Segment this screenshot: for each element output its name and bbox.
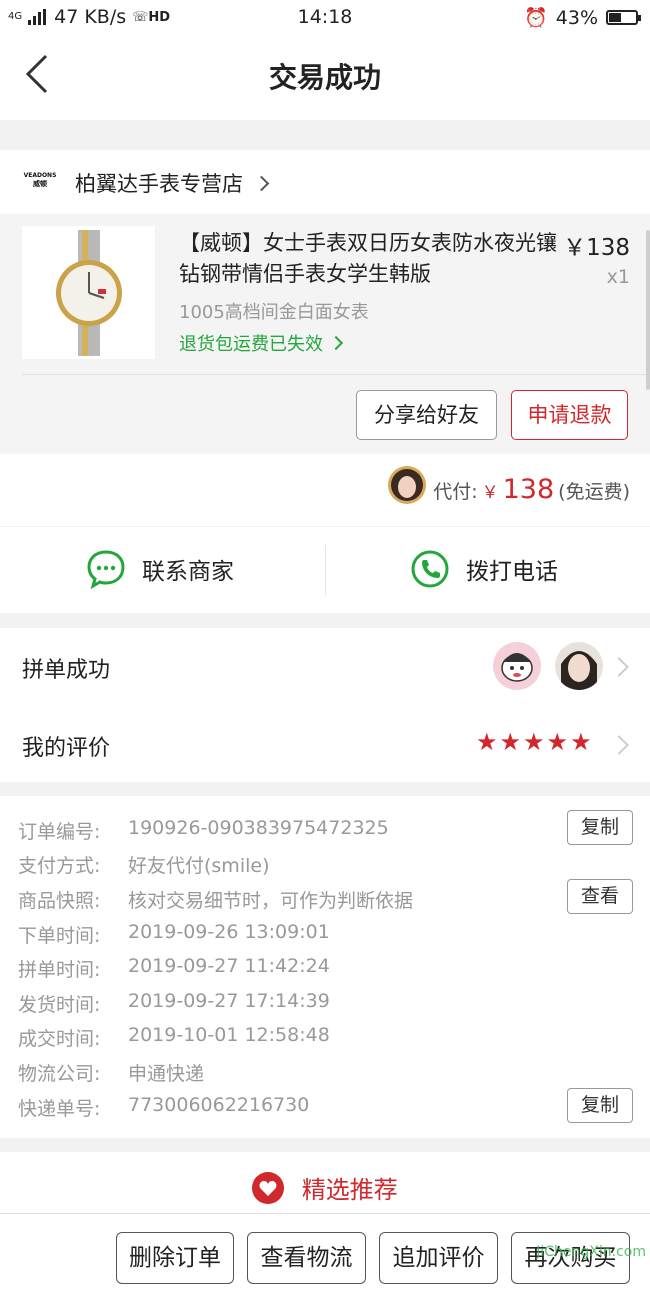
- payment-amount: 138: [502, 474, 555, 505]
- add-review-button[interactable]: 追加评价: [379, 1232, 498, 1284]
- alarm-icon: ⏰: [524, 7, 548, 29]
- detail-label: 发货时间:: [18, 994, 101, 1016]
- contact-merchant-button[interactable]: 联系商家: [86, 549, 234, 589]
- shop-logo: VEADONS 威顿: [23, 172, 57, 188]
- chevron-right-icon: [609, 657, 629, 677]
- detail-label: 物流公司:: [18, 1063, 101, 1085]
- product-spec: 1005高档间金白面女表: [179, 302, 369, 323]
- member-avatar[interactable]: [555, 642, 603, 690]
- status-right: ⏰ 43%: [524, 6, 641, 29]
- delete-order-button[interactable]: 删除订单: [116, 1232, 234, 1284]
- contact-merchant-label: 联系商家: [142, 559, 234, 585]
- shop-name[interactable]: 柏翼达手表专营店: [75, 168, 269, 198]
- detail-label: 快递单号:: [18, 1098, 101, 1120]
- detail-label: 拼单时间:: [18, 959, 101, 981]
- product-card[interactable]: 【威顿】女士手表双日历女表防水夜光镶钻钢带情侣手表女学生韩版 ￥138 x1 1…: [0, 214, 650, 454]
- payment-label: 代付:: [433, 481, 478, 503]
- product-image[interactable]: [22, 226, 155, 359]
- copy-order-number-button[interactable]: 复制: [567, 810, 633, 845]
- ship-time: 2019-09-27 17:14:39: [128, 990, 330, 1012]
- payment-row: 代付: ￥ 138 (免运费): [0, 454, 650, 526]
- payment-summary: 代付: ￥ 138 (免运费): [433, 474, 630, 505]
- call-label: 拨打电话: [466, 559, 558, 585]
- group-success-row[interactable]: 拼单成功: [0, 628, 650, 706]
- call-button[interactable]: 拨打电话: [410, 549, 558, 589]
- my-review-label: 我的评价: [22, 736, 111, 761]
- divider: [22, 374, 650, 375]
- product-name[interactable]: 【威顿】女士手表双日历女表防水夜光镶钻钢带情侣手表女学生韩版: [179, 228, 559, 290]
- share-button[interactable]: 分享给好友: [356, 390, 497, 440]
- order-details: 订单编号: 190926-090383975472325 复制 支付方式: 好友…: [0, 796, 650, 1138]
- chat-bubble-icon: [87, 550, 125, 589]
- order-time: 2019-09-26 13:09:01: [128, 921, 330, 943]
- detail-label: 支付方式:: [18, 855, 101, 877]
- detail-label: 成交时间:: [18, 1028, 101, 1050]
- member-avatar[interactable]: [493, 642, 541, 690]
- group-success-label: 拼单成功: [22, 658, 111, 683]
- rating-stars: ★★★★★: [476, 728, 594, 756]
- detail-label: 订单编号:: [18, 821, 101, 843]
- order-number: 190926-090383975472325: [128, 817, 389, 839]
- battery-percent: 43%: [555, 6, 598, 29]
- recommend-title: 精选推荐: [0, 1170, 650, 1205]
- detail-label: 商品快照:: [18, 890, 101, 912]
- page-title: 交易成功: [268, 61, 381, 94]
- contact-bar: 联系商家 拨打电话: [0, 527, 650, 613]
- battery-icon: [606, 10, 641, 25]
- scrollbar[interactable]: [646, 230, 650, 390]
- chevron-right-icon: [609, 735, 629, 755]
- snapshot-note: 核对交易细节时，可作为判断依据: [128, 890, 414, 912]
- shop-row[interactable]: VEADONS 威顿 柏翼达手表专营店: [0, 150, 650, 214]
- shipping-note: (免运费): [558, 481, 630, 503]
- deal-time: 2019-10-01 12:58:48: [128, 1024, 330, 1046]
- payment-currency: ￥: [481, 483, 499, 503]
- copy-tracking-button[interactable]: 复制: [567, 1088, 633, 1123]
- view-logistics-button[interactable]: 查看物流: [247, 1232, 366, 1284]
- nav-header: 交易成功: [0, 34, 650, 120]
- payer-avatar[interactable]: [388, 466, 426, 504]
- product-quantity: x1: [606, 266, 630, 288]
- heart-badge-icon: [252, 1172, 285, 1204]
- refund-button[interactable]: 申请退款: [511, 390, 628, 440]
- group-time: 2019-09-27 11:42:24: [128, 955, 330, 977]
- chevron-right-icon: [253, 175, 269, 192]
- view-snapshot-button[interactable]: 查看: [567, 879, 633, 914]
- tracking-number: 773006062216730: [128, 1094, 310, 1116]
- divider: [325, 545, 326, 595]
- detail-label: 下单时间:: [18, 925, 101, 947]
- chevron-right-icon: [328, 335, 343, 351]
- phone-icon: [411, 550, 449, 588]
- payment-method: 好友代付(smile): [128, 855, 270, 877]
- logistics-company: 申通快递: [128, 1063, 205, 1085]
- status-bar: 4G 47 KB/s ☏HD 14:18 ⏰ 43%: [0, 0, 650, 34]
- my-review-row[interactable]: 我的评价 ★★★★★: [0, 706, 650, 782]
- watermark: JiChengXin.com: [536, 1244, 646, 1260]
- return-shipping-note[interactable]: 退货包运费已失效: [179, 330, 343, 356]
- group-section: 拼单成功 我的评价 ★★★★★: [0, 628, 650, 782]
- product-price: ￥138: [563, 235, 630, 261]
